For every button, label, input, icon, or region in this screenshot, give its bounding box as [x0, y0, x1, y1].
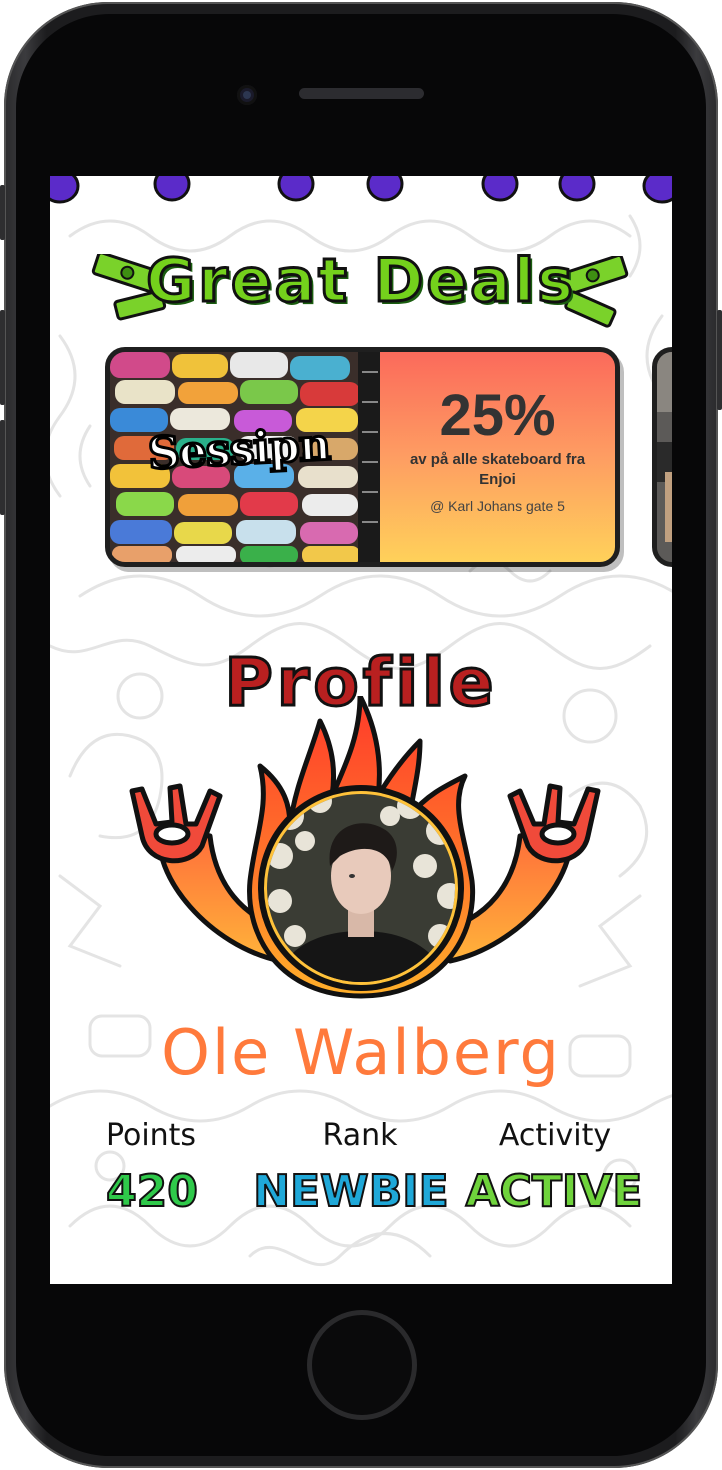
offer-description: av på alle skateboard fra Enjoi [409, 451, 586, 488]
stat-activity-value: ACTIVE [465, 1165, 644, 1218]
next-deal-card[interactable] [652, 347, 672, 567]
deal-card[interactable]: Sessipn 25% av på alle skateboard fra En… [105, 347, 620, 567]
flame-avatar-art [129, 696, 601, 999]
sessipn-logo: Sessipn [145, 418, 332, 481]
next-deal-photo [657, 352, 672, 562]
offer-panel: 25% av på alle skateboard fra Enjoi @ Ka… [380, 352, 615, 562]
volume-down-button [0, 420, 5, 515]
decorative-dots [50, 176, 672, 204]
earpiece-speaker [299, 88, 424, 99]
stat-activity-label: Activity [498, 1118, 612, 1153]
stat-points-value: 420 [105, 1165, 199, 1218]
discount-percent: 25% [439, 383, 556, 448]
stat-rank-value: NEWBIE [252, 1165, 449, 1218]
stat-rank-label: Rank [322, 1118, 398, 1153]
app-screen: Great Deals Sessipn 25% av på alle skate… [50, 176, 672, 1284]
stat-points-label: Points [105, 1118, 197, 1153]
offer-address: @ Karl Johans gate 5 [430, 498, 565, 514]
mute-switch [0, 185, 5, 240]
power-button [717, 310, 722, 410]
volume-up-button [0, 310, 5, 405]
home-button[interactable] [307, 1310, 417, 1420]
user-name: Ole Walberg [161, 1016, 561, 1089]
deals-carousel[interactable]: Sessipn 25% av på alle skateboard fra En… [105, 347, 672, 567]
deals-title: Great Deals [145, 245, 576, 318]
front-camera [237, 85, 257, 105]
